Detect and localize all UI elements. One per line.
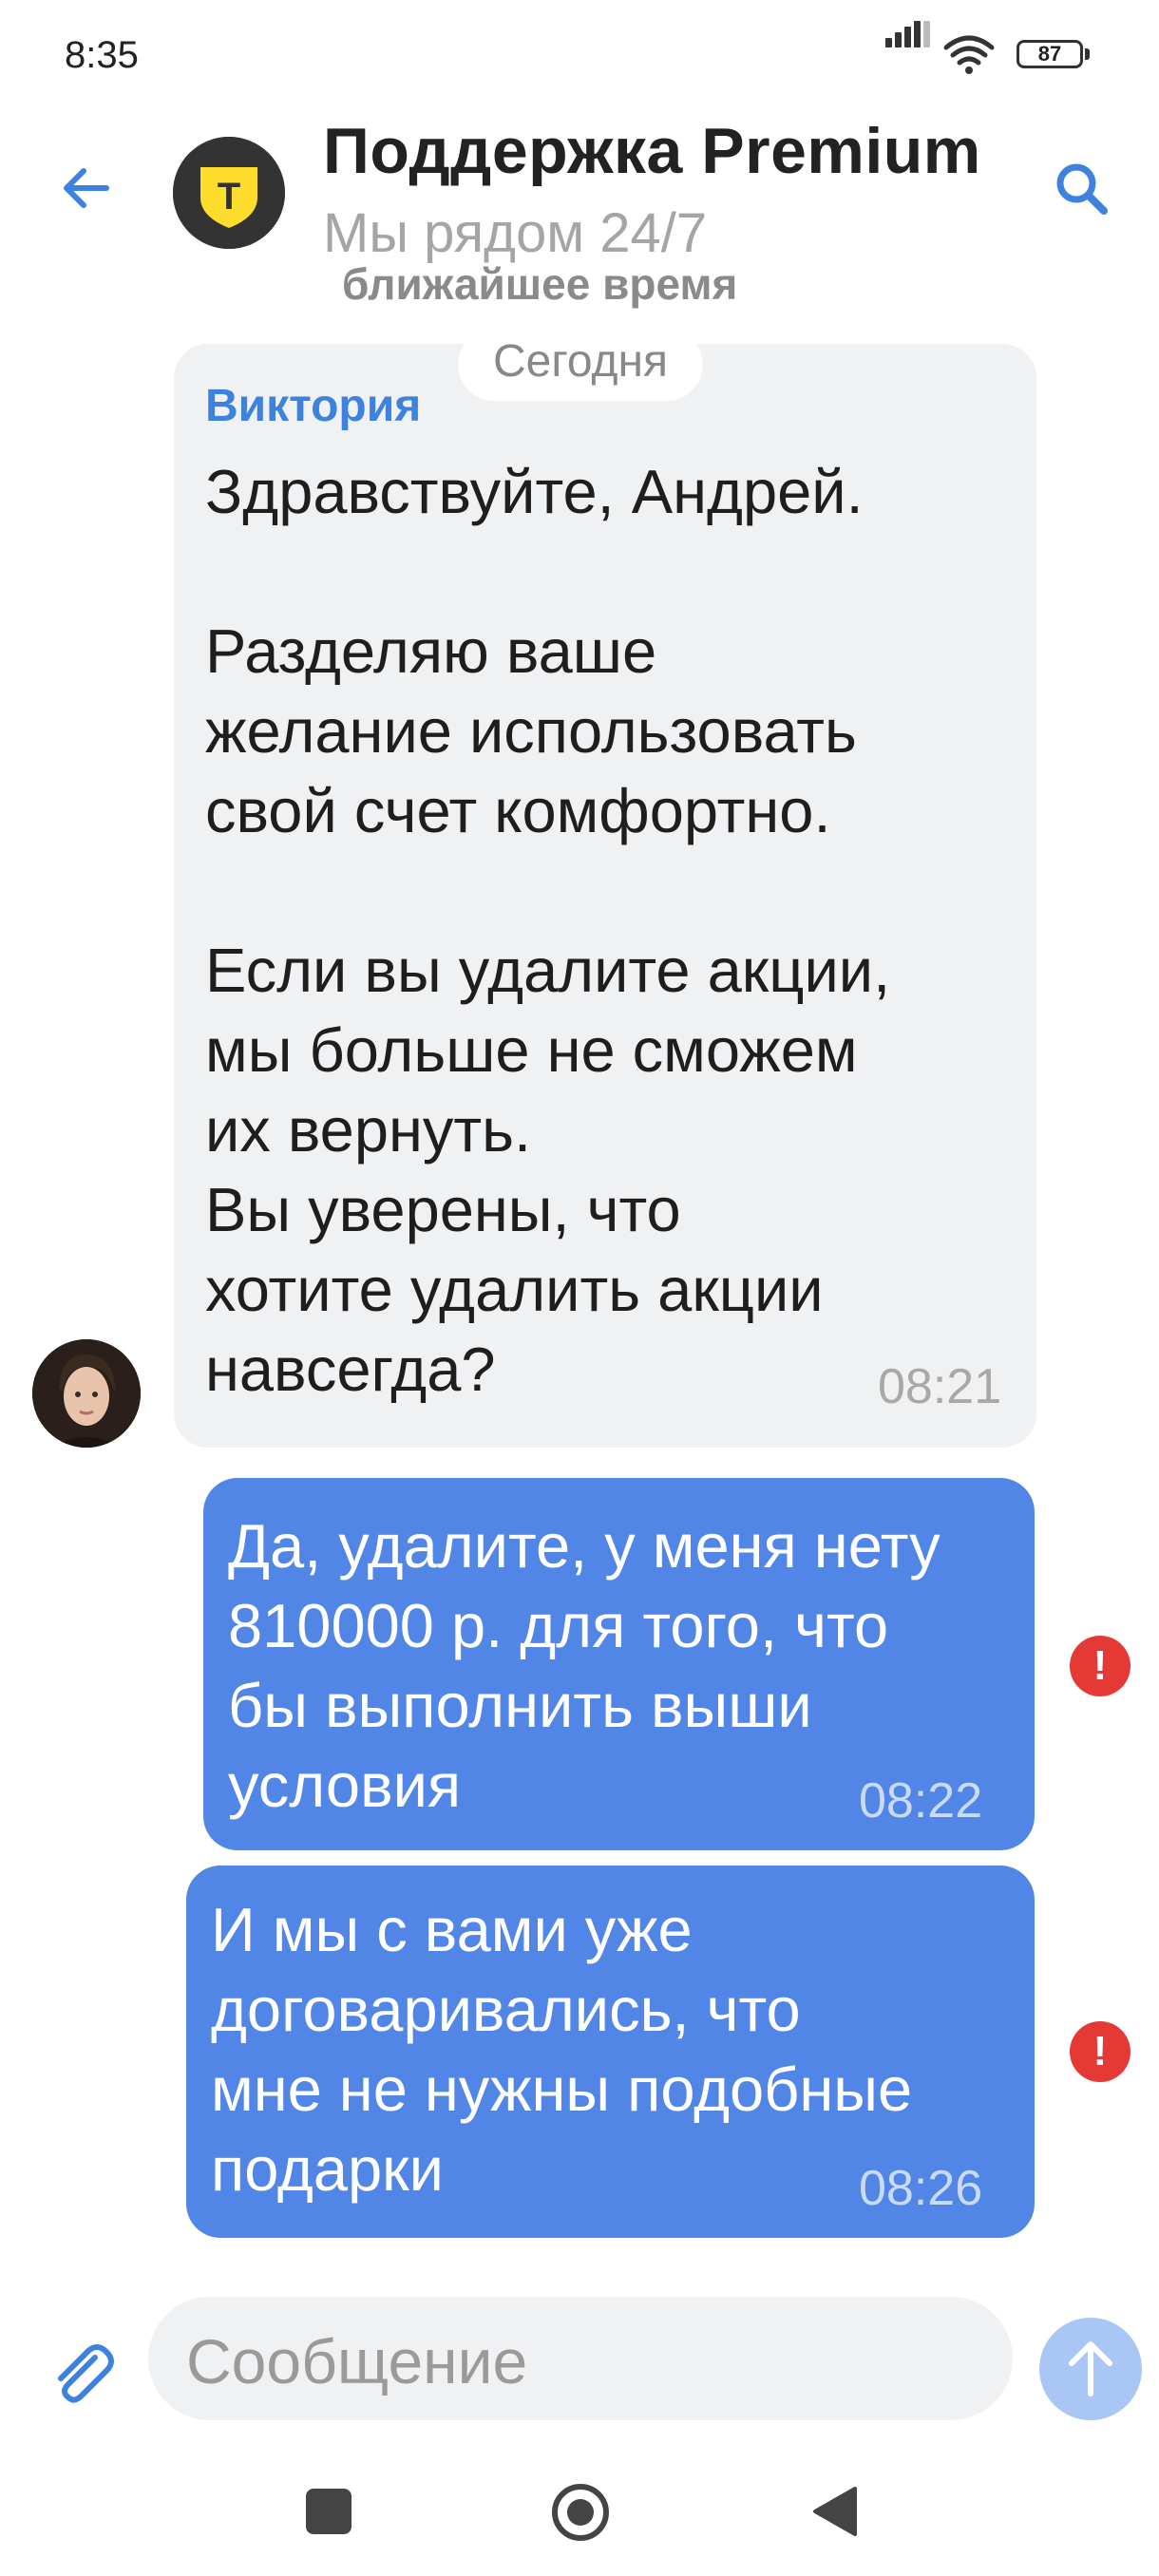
search-icon[interactable] bbox=[1051, 158, 1112, 218]
agent-avatar[interactable] bbox=[32, 1339, 141, 1448]
send-error-icon[interactable]: ! bbox=[1070, 1636, 1130, 1696]
message-text: Здравствуйте, Андрей. Разделяю ваше жела… bbox=[205, 457, 891, 1404]
date-separator: Сегодня bbox=[458, 329, 703, 401]
back-arrow-icon[interactable] bbox=[59, 161, 112, 215]
battery-level: 87 bbox=[1037, 42, 1062, 66]
send-button[interactable] bbox=[1039, 2318, 1142, 2420]
chat-title: Поддержка Premium bbox=[323, 115, 981, 187]
chat-subtitle: Мы рядом 24/7 bbox=[323, 202, 708, 264]
wifi-icon bbox=[943, 35, 995, 74]
chat-avatar[interactable]: Т bbox=[173, 137, 285, 249]
svg-text:Т: Т bbox=[218, 176, 240, 218]
bank-logo-icon: Т bbox=[173, 137, 285, 249]
status-time: 8:35 bbox=[65, 34, 139, 76]
home-button[interactable] bbox=[551, 2483, 610, 2542]
nav-back-button[interactable] bbox=[811, 2485, 859, 2538]
message-input-placeholder: Сообщение bbox=[186, 2326, 528, 2396]
send-error-icon[interactable]: ! bbox=[1070, 2021, 1130, 2082]
arrow-up-icon bbox=[1069, 2341, 1112, 2396]
battery-indicator: 87 bbox=[1016, 40, 1092, 70]
agent-photo-icon bbox=[32, 1339, 141, 1448]
message-time: 08:26 bbox=[859, 2161, 983, 2216]
recents-button[interactable] bbox=[306, 2489, 352, 2534]
message-time: 08:22 bbox=[859, 1773, 983, 1828]
chat-subtitle-secondary: ближайшее время bbox=[342, 259, 738, 309]
message-sender: Виктория bbox=[205, 381, 422, 431]
outgoing-message-bubble[interactable]: И мы с вами уже договаривались, что мне … bbox=[186, 1866, 1035, 2238]
outgoing-message-bubble[interactable]: Да, удалите, у меня нету 810000 р. для т… bbox=[203, 1478, 1035, 1850]
paperclip-icon[interactable] bbox=[44, 2335, 120, 2411]
message-time: 08:21 bbox=[878, 1359, 1002, 1414]
